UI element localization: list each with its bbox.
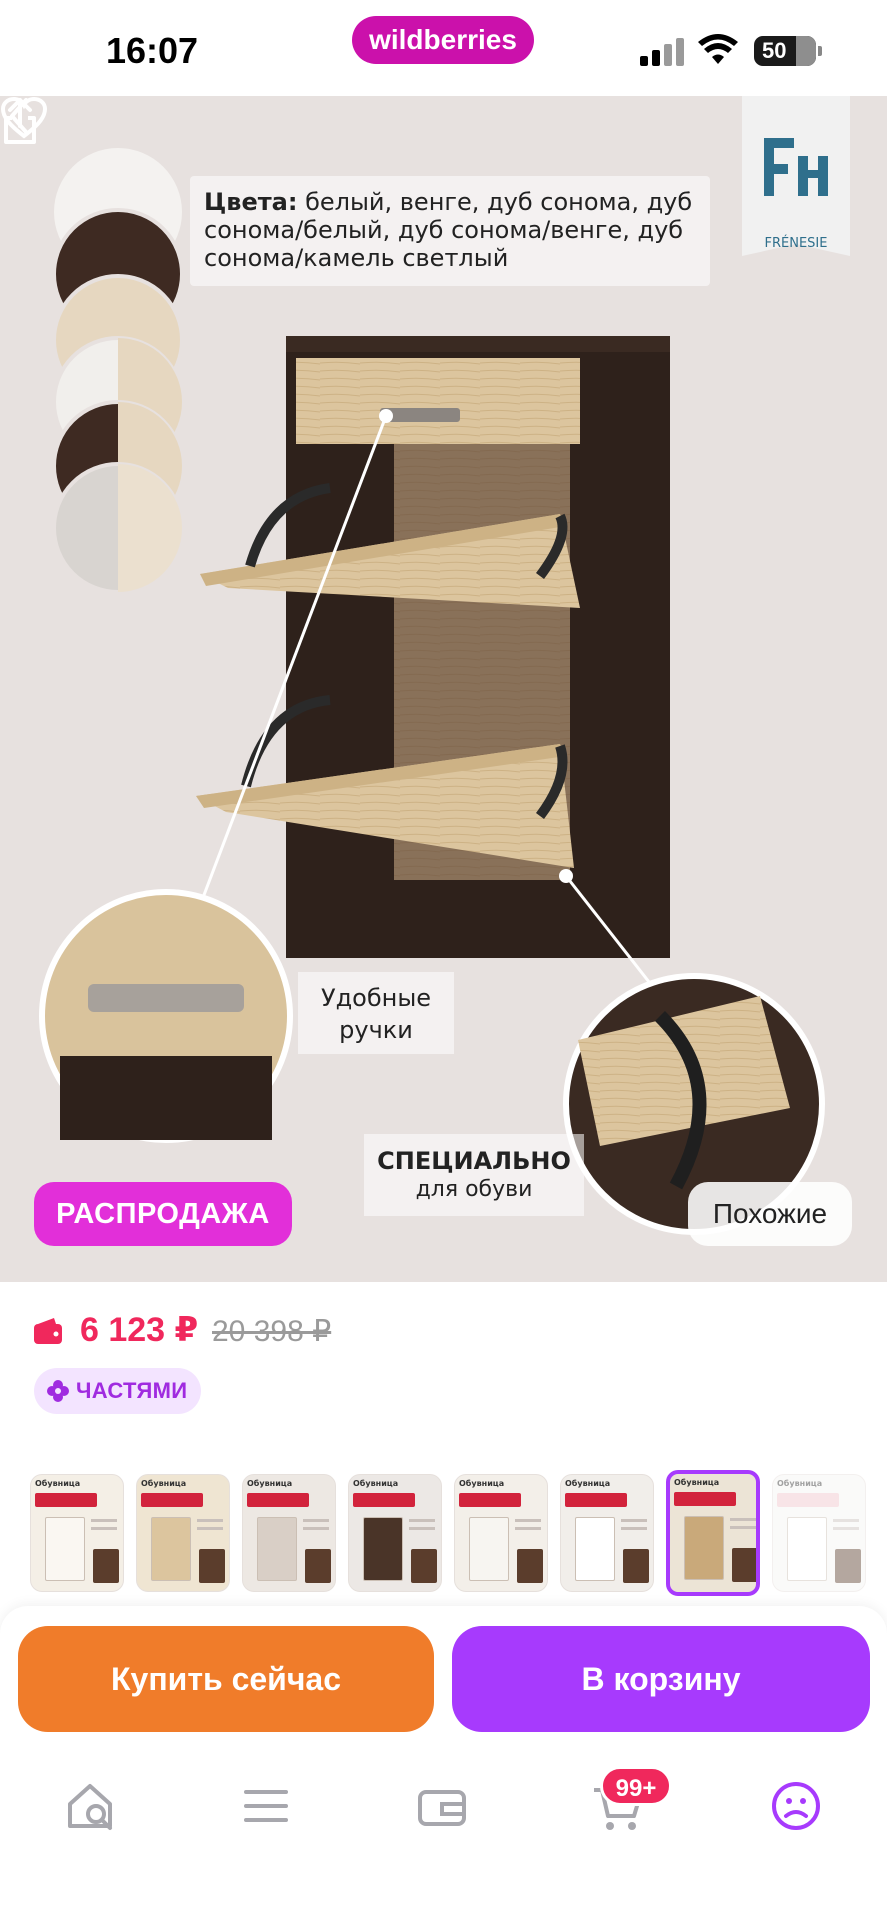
current-price: 6 123 ₽ [80,1311,199,1349]
thumbnail-note [621,1515,649,1539]
thumbnail[interactable]: Обувница [454,1474,548,1592]
thumbnail-note [833,1515,861,1539]
signal-icon [640,38,684,66]
thumbnail-cabinet [575,1517,615,1581]
thumbnail[interactable]: Обувница [136,1474,230,1592]
thumbnail-strip[interactable]: Обувница Обувница Обувница Обувница Обувница… [30,1470,887,1596]
cart-count-badge: 99+ [600,1766,672,1806]
tab-bar: 99+ [0,1736,887,1920]
thumbnail-open-shelf [93,1549,119,1583]
thumbnail-title: Обувница [565,1479,611,1488]
thumbnail-title: Обувница [674,1478,720,1487]
brand-logo-text: FRÉNESIE [764,236,828,251]
thumbnail-note [197,1515,225,1539]
thumbnail-banner [674,1492,736,1506]
thumbnail-cabinet [684,1516,724,1580]
thumbnail-banner [353,1493,415,1507]
thumbnail-cabinet [787,1517,827,1581]
thumbnail-banner [459,1493,521,1507]
similar-button[interactable]: Похожие [688,1182,852,1246]
catalog-icon[interactable] [236,1776,296,1836]
thumbnail-note [303,1515,331,1539]
shoes-caption: СПЕЦИАЛЬНО для обуви [364,1134,584,1216]
thumbnail-note [730,1514,756,1538]
thumbnail[interactable]: Обувница [242,1474,336,1592]
battery-icon: 50 [754,36,822,66]
installments-label: ЧАСТЯМИ [76,1378,188,1403]
profile-icon[interactable] [766,1776,826,1836]
add-to-cart-button[interactable]: В корзину [452,1626,870,1732]
action-bar: Купить сейчас В корзину [0,1606,887,1736]
brand-logo: FRÉNESIE [742,96,850,268]
buy-now-button[interactable]: Купить сейчас [18,1626,434,1732]
product-page: 16:07 wildberries 50 Цвета: белый, венге… [0,0,887,1920]
thumbnail-title: Обувница [141,1479,187,1488]
thumbnail-note [91,1515,119,1539]
old-price: 20 398 ₽ [212,1315,332,1348]
thumbnail[interactable]: Обувница [772,1474,866,1592]
thumbnail[interactable]: Обувница [30,1474,124,1592]
thumbnail-cabinet [469,1517,509,1581]
wallet-tab-icon[interactable] [412,1776,472,1836]
thumbnail-banner [565,1493,627,1507]
thumbnail-title: Обувница [247,1479,293,1488]
thumbnail-open-shelf [199,1549,225,1583]
colors-caption: Цвета: белый, венге, дуб сонома, дуб сон… [190,176,710,286]
thumbnail-cabinet [363,1517,403,1581]
thumbnail[interactable]: Обувница [348,1474,442,1592]
thumbnail-banner [247,1493,309,1507]
status-bar: 16:07 wildberries 50 [0,0,887,96]
thumbnail-open-shelf [835,1549,861,1583]
thumbnail-open-shelf [305,1549,331,1583]
thumbnail-banner [35,1493,97,1507]
product-image[interactable]: Цвета: белый, венге, дуб сонома, дуб сон… [0,96,887,1282]
wifi-icon [698,34,738,64]
thumbnail-title: Обувница [777,1479,823,1488]
installments-badge[interactable]: ЧАСТЯМИ [34,1368,202,1414]
thumbnail-note [515,1515,543,1539]
thumbnail-open-shelf [732,1548,756,1582]
thumbnail-title: Обувница [35,1479,81,1488]
handles-caption: Удобные ручки [298,972,454,1054]
thumbnail-title: Обувница [459,1479,505,1488]
thumbnail-note [409,1515,437,1539]
thumbnail-open-shelf [517,1549,543,1583]
thumbnail-cabinet [151,1517,191,1581]
thumbnail[interactable]: Обувница [560,1474,654,1592]
thumbnail-cabinet [257,1517,297,1581]
thumbnail-banner [141,1493,203,1507]
wallet-icon [34,1318,62,1344]
share-icon[interactable] [0,96,40,146]
sale-badge: РАСПРОДАЖА [34,1182,292,1246]
thumbnail-open-shelf [411,1549,437,1583]
thumbnail-title: Обувница [353,1479,399,1488]
thumbnail-banner [777,1493,839,1507]
installments-icon [47,1380,69,1402]
home-search-icon[interactable] [62,1776,122,1836]
status-time: 16:07 [106,30,199,71]
thumbnail-open-shelf [623,1549,649,1583]
thumbnail-cabinet [45,1517,85,1581]
brand-pill[interactable]: wildberries [352,16,534,64]
thumbnail[interactable]: Обувница [666,1470,760,1596]
